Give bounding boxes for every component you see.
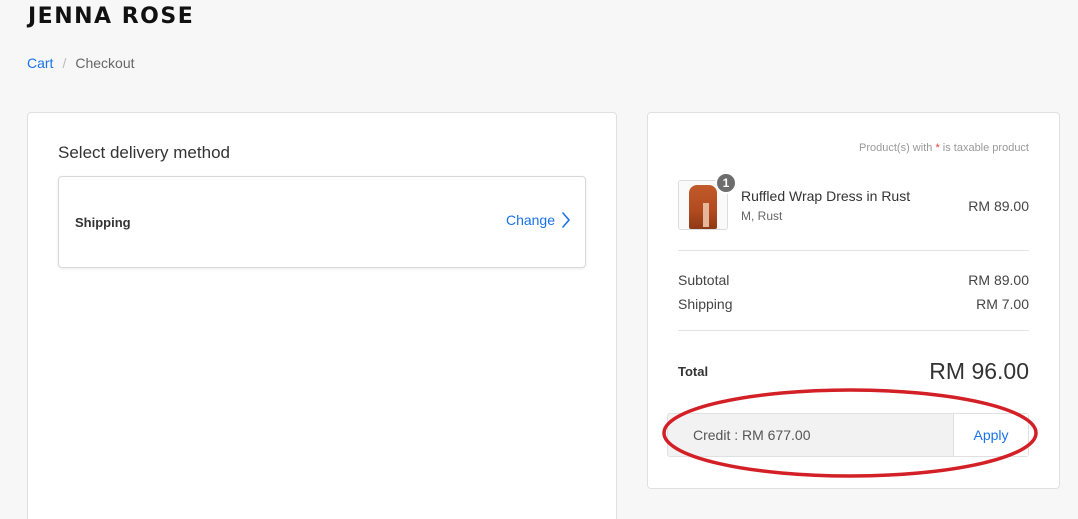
total-label: Total <box>678 364 709 379</box>
subtotal-value: RM 89.00 <box>968 272 1029 288</box>
change-label: Change <box>505 212 555 228</box>
change-delivery-button[interactable]: Change <box>506 211 571 229</box>
breadcrumb-separator: / <box>62 55 67 71</box>
dress-image-detail <box>703 203 709 227</box>
breadcrumb: Cart / Checkout <box>27 55 135 71</box>
store-credit-amount: Credit : RM 677.00 <box>693 427 811 443</box>
apply-credit-button[interactable]: Apply <box>953 414 1028 456</box>
taxable-note: Product(s) with * is taxable product <box>859 142 1029 154</box>
delivery-panel: Select delivery method Shipping Change <box>27 112 617 519</box>
breadcrumb-cart-link[interactable]: Cart <box>27 55 53 71</box>
chevron-right-icon <box>562 212 570 228</box>
summary-divider <box>678 330 1029 331</box>
summary-divider <box>678 250 1029 251</box>
store-credit-box: Credit : RM 677.00 Apply <box>667 413 1029 457</box>
breadcrumb-current: Checkout <box>75 55 135 71</box>
shipping-row: Shipping RM 7.00 <box>678 296 1029 312</box>
checkout-page: JENNA ROSE Cart / Checkout Select delive… <box>0 0 1078 519</box>
delivery-method-card[interactable]: Shipping Change <box>58 176 586 268</box>
subtotal-row: Subtotal RM 89.00 <box>678 272 1029 288</box>
total-value: RM 96.00 <box>929 358 1029 384</box>
product-price: RM 89.00 <box>968 198 1029 214</box>
subtotal-label: Subtotal <box>678 272 730 288</box>
delivery-title: Select delivery method <box>58 143 230 162</box>
shipping-value: RM 7.00 <box>976 296 1029 312</box>
quantity-badge: 1 <box>715 172 737 194</box>
product-name: Ruffled Wrap Dress in Rust <box>741 188 911 204</box>
product-variant: M, Rust <box>741 209 783 223</box>
order-summary-panel: Product(s) with * is taxable product 1 R… <box>647 112 1060 489</box>
taxable-note-prefix: Product(s) with <box>859 142 936 154</box>
cart-item: 1 Ruffled Wrap Dress in Rust M, Rust RM … <box>678 172 1029 230</box>
delivery-method-label: Shipping <box>75 215 131 230</box>
total-row: Total RM 96.00 <box>678 358 1029 390</box>
taxable-note-suffix: is taxable product <box>939 142 1029 154</box>
brand-logo[interactable]: JENNA ROSE <box>28 4 194 29</box>
shipping-label: Shipping <box>678 296 733 312</box>
